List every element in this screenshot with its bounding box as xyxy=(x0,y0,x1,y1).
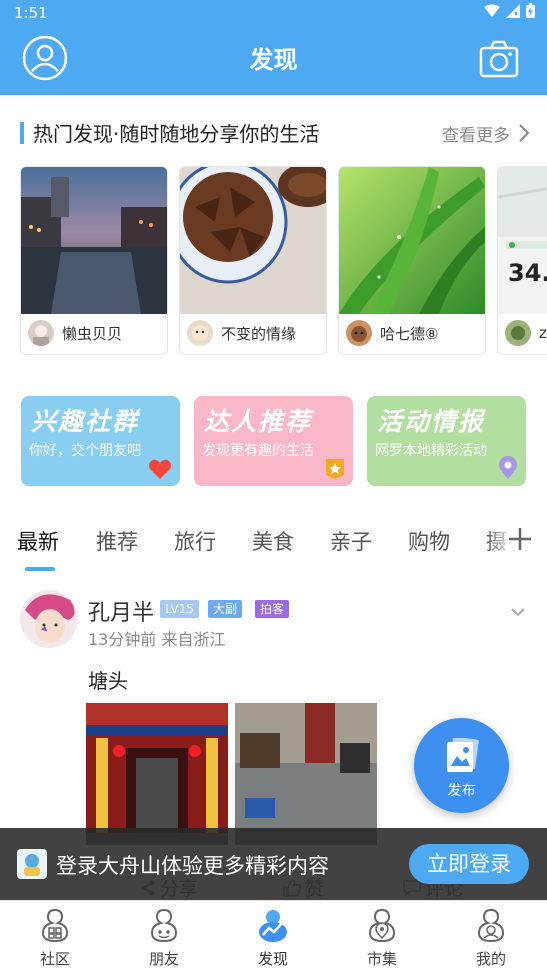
hot-section-header: 热门发现·随时随地分享你的生活 查看更多 xyxy=(20,118,530,148)
publish-button[interactable]: 发布 xyxy=(414,718,509,813)
tab-parenting[interactable]: 亲子 xyxy=(330,526,372,556)
app-logo xyxy=(17,849,47,879)
star-badge-icon xyxy=(326,459,344,479)
nav-friends[interactable]: 朋友 xyxy=(129,907,199,969)
bottom-nav: 社区 朋友 发现 市集 我的 xyxy=(0,900,547,974)
tile-expert-recommend[interactable]: 达人推荐 发现更有趣的生活 xyxy=(194,396,353,486)
card-username: 哈七德⑧ xyxy=(380,324,439,343)
app-header: 1:51 发现 xyxy=(0,0,547,95)
tile-subtitle: 发现更有趣的生活 xyxy=(202,443,314,459)
discover-icon xyxy=(259,910,287,942)
nav-label: 朋友 xyxy=(148,950,179,968)
post-image[interactable] xyxy=(86,703,228,845)
post-image[interactable] xyxy=(235,703,377,845)
nav-discover[interactable]: 发现 xyxy=(238,907,308,969)
location-pin-icon xyxy=(499,456,517,479)
tile-title: 活动情报 xyxy=(377,407,486,436)
tile-title: 达人推荐 xyxy=(204,407,313,436)
card-user: 懒虫贝贝 xyxy=(28,320,122,346)
post-meta: 13分钟前 来自浙江 xyxy=(88,630,226,649)
login-prompt: 登录大舟山体验更多精彩内容 xyxy=(56,854,329,878)
nav-label: 发现 xyxy=(257,950,288,968)
tile-title: 兴趣社群 xyxy=(31,407,140,436)
card-user: 哈七德⑧ xyxy=(346,320,438,346)
tab-travel[interactable]: 旅行 xyxy=(174,526,216,556)
add-tab-icon[interactable] xyxy=(507,526,533,552)
nav-community[interactable]: 社区 xyxy=(20,907,90,969)
hot-card[interactable]: 哈七德⑧ xyxy=(338,166,486,355)
hot-cards-scroller[interactable]: 懒虫贝贝 不变的情缘 哈七德⑧ 34 z xyxy=(20,166,547,356)
role-badge: 拍客 xyxy=(255,600,290,618)
login-banner: 登录大舟山体验更多精彩内容 立即登录 xyxy=(0,828,547,900)
post-author-avatar[interactable] xyxy=(20,590,78,648)
hot-card[interactable]: 34.5 zl xyxy=(497,166,547,355)
card-user: 不变的情缘 xyxy=(187,320,296,346)
publish-label: 发布 xyxy=(447,783,476,799)
wifi-icon xyxy=(484,4,500,17)
hot-card[interactable]: 懒虫贝贝 xyxy=(20,166,168,355)
tile-subtitle: 网罗本地精彩活动 xyxy=(375,443,487,459)
tab-recommend[interactable]: 推荐 xyxy=(96,526,138,556)
card-image-map-screenshot xyxy=(498,167,547,314)
card-overlay-number: 34.5 xyxy=(508,259,547,287)
battery-icon xyxy=(526,3,535,18)
login-button[interactable]: 立即登录 xyxy=(409,844,529,884)
view-more-link[interactable]: 查看更多 xyxy=(442,121,510,146)
status-time: 1:51 xyxy=(14,4,48,22)
friends-icon xyxy=(150,908,178,943)
avatar xyxy=(505,320,531,346)
card-image-food xyxy=(180,167,326,314)
community-icon xyxy=(41,908,69,943)
page-title: 发现 xyxy=(249,46,298,74)
nav-label: 社区 xyxy=(39,950,70,968)
tab-latest[interactable]: 最新 xyxy=(17,526,59,556)
card-username: 懒虫贝贝 xyxy=(62,324,123,343)
tile-activity-info[interactable]: 活动情报 网罗本地精彩活动 xyxy=(367,396,526,486)
card-image-grass xyxy=(339,167,485,314)
post-author-name[interactable]: 孔月半 xyxy=(88,595,154,627)
card-username: 不变的情缘 xyxy=(221,324,297,343)
nav-label: 市集 xyxy=(366,950,397,968)
market-icon xyxy=(368,908,396,943)
nav-me[interactable]: 我的 xyxy=(456,907,526,969)
active-tab-indicator xyxy=(25,567,55,571)
image-post-icon xyxy=(447,738,479,772)
nav-label: 我的 xyxy=(475,950,506,968)
camera-icon[interactable] xyxy=(479,40,519,78)
hot-section-title: 热门发现·随时随地分享你的生活 xyxy=(33,122,320,146)
card-image-canal-town xyxy=(21,167,167,314)
avatar xyxy=(187,320,213,346)
status-icons xyxy=(484,3,535,18)
tab-shopping[interactable]: 购物 xyxy=(408,526,450,556)
avatar xyxy=(28,320,54,346)
hot-card[interactable]: 不变的情缘 xyxy=(179,166,327,355)
post-text: 塘头 xyxy=(88,669,128,693)
chevron-right-icon[interactable] xyxy=(518,123,530,143)
section-accent-bar xyxy=(20,122,24,144)
rank-badge: 大副 xyxy=(208,600,243,618)
card-user: zl xyxy=(505,320,547,346)
avatar xyxy=(346,320,372,346)
tile-subtitle: 你好，交个朋友吧 xyxy=(29,443,141,459)
signal-icon xyxy=(506,3,520,18)
chevron-down-icon[interactable] xyxy=(511,607,525,617)
me-icon xyxy=(477,908,505,943)
tile-interest-groups[interactable]: 兴趣社群 你好，交个朋友吧 xyxy=(21,396,180,486)
heart-icon xyxy=(149,459,171,479)
card-username: zl xyxy=(539,324,547,342)
level-badge: LV15 xyxy=(160,600,199,618)
category-tabs: 最新 推荐 旅行 美食 亲子 购物 摄 xyxy=(0,520,547,571)
tab-food[interactable]: 美食 xyxy=(252,526,294,556)
nav-market[interactable]: 市集 xyxy=(347,907,417,969)
